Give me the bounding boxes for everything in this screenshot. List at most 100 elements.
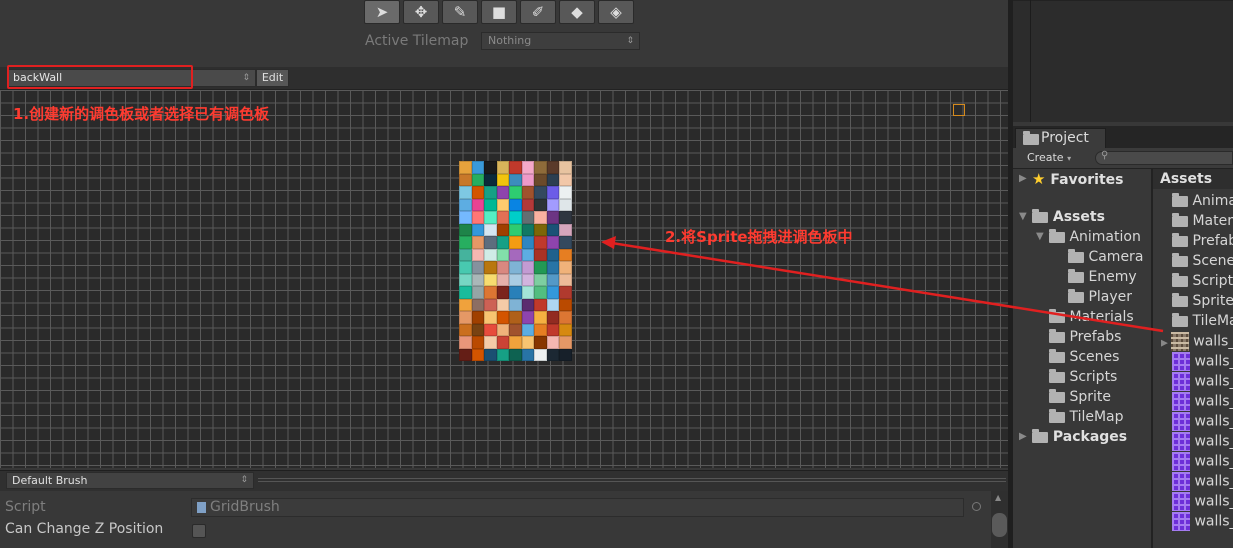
tree-item-scenes[interactable]: Scenes — [1049, 348, 1119, 366]
sprite-thumbnail-icon — [1172, 512, 1190, 531]
tree-item-animation[interactable]: ▼ Animation — [1036, 228, 1141, 246]
asset-label: walls_ — [1194, 373, 1233, 390]
tile-cell — [471, 161, 485, 174]
brush-dropdown[interactable]: Default Brush ⇕ — [6, 472, 254, 489]
star-icon: ★ — [1032, 170, 1046, 188]
folder-icon — [1172, 192, 1188, 207]
sprite-asset-item[interactable]: walls_ — [1172, 352, 1233, 371]
asset-folder-item[interactable]: Anima — [1172, 192, 1233, 210]
tile-cell — [534, 173, 547, 186]
tree-item-camera[interactable]: Camera — [1068, 248, 1143, 266]
tree-item-scripts[interactable]: Scripts — [1049, 368, 1117, 386]
brush-tool-icon: ✎ — [453, 3, 467, 21]
tree-item-player[interactable]: Player — [1068, 288, 1132, 306]
tile-cell — [546, 186, 560, 199]
asset-label: walls_ — [1194, 433, 1233, 450]
tree-item-packages[interactable]: ▶ Packages — [1019, 428, 1127, 446]
tile-cell — [496, 348, 510, 361]
tree-item-tilemap[interactable]: TileMap — [1049, 408, 1124, 426]
move-tool-button[interactable]: ✥ — [403, 0, 439, 24]
tile-cell — [471, 298, 485, 311]
sprite-asset-item[interactable]: walls_ — [1172, 412, 1233, 431]
fill-tool-button[interactable]: ◈ — [598, 0, 634, 24]
tilesheet-sprite[interactable] — [459, 161, 572, 361]
expanded-arrow-icon[interactable]: ▼ — [1036, 228, 1044, 246]
folder-icon — [1049, 308, 1065, 323]
tree-item-sprite[interactable]: Sprite — [1049, 388, 1111, 406]
sprite-asset-item[interactable]: walls_ — [1172, 512, 1233, 531]
project-search-input[interactable]: ⚲ — [1095, 150, 1233, 165]
asset-folder-item[interactable]: Sprite — [1172, 292, 1233, 310]
tile-cell — [496, 198, 510, 211]
tree-item-assets[interactable]: ▼ Assets — [1019, 208, 1105, 226]
create-button[interactable]: Create ▾ — [1021, 150, 1082, 166]
sprite-asset-item[interactable]: walls_ — [1172, 472, 1233, 491]
edit-button[interactable]: Edit — [256, 69, 289, 87]
tile-cell — [546, 261, 560, 274]
eraser-tool-icon: ◆ — [571, 3, 583, 21]
tile-cell — [484, 273, 497, 286]
tree-item-prefabs[interactable]: Prefabs — [1049, 328, 1121, 346]
tile-cell — [559, 286, 572, 299]
tile-cell — [496, 211, 510, 224]
tile-cell — [559, 198, 572, 211]
tile-cell — [471, 248, 485, 261]
eraser-tool-button[interactable]: ◆ — [559, 0, 595, 24]
tree-item-materials[interactable]: Materials — [1049, 308, 1134, 326]
collapsed-arrow-icon[interactable]: ▶ — [1019, 170, 1027, 188]
tile-cell — [496, 286, 510, 299]
asset-folder-item[interactable]: Script — [1172, 272, 1233, 290]
tree-label: Sprite — [1069, 389, 1111, 405]
tile-cell — [496, 236, 510, 249]
box-fill-tool-button[interactable]: ■ — [481, 0, 517, 24]
expanded-arrow-icon[interactable]: ▼ — [1019, 208, 1027, 226]
tile-cell — [509, 161, 522, 174]
sprite-asset-item[interactable]: walls_ — [1172, 452, 1233, 471]
panel-divider-line — [1030, 0, 1031, 122]
scroll-up-icon[interactable]: ▲ — [995, 493, 1001, 502]
tile-cell — [521, 161, 535, 174]
tree-label: TileMap — [1069, 409, 1124, 425]
object-picker-icon[interactable] — [972, 502, 981, 511]
tile-cell — [546, 348, 560, 361]
sprite-asset-item[interactable]: walls_ — [1172, 392, 1233, 411]
collapsed-arrow-icon[interactable]: ▶ — [1019, 428, 1027, 446]
tree-label: Favorites — [1050, 172, 1124, 188]
active-tilemap-dropdown[interactable]: Nothing ⇕ — [481, 32, 640, 50]
tile-cell — [496, 298, 510, 311]
sprite-thumbnail-icon — [1172, 452, 1190, 471]
asset-folder-item[interactable]: TileMa — [1172, 312, 1233, 330]
tile-cell — [471, 198, 485, 211]
tile-cell — [534, 323, 547, 336]
sprite-asset-item[interactable]: ▶ walls_ — [1161, 332, 1233, 351]
select-tool-button[interactable]: ➤ — [364, 0, 400, 24]
tree-item-favorites[interactable]: ▶ ★ Favorites — [1019, 170, 1124, 188]
tile-cell — [459, 298, 472, 311]
tile-cell — [534, 248, 547, 261]
asset-label: Sprite — [1192, 293, 1233, 309]
asset-folder-item[interactable]: Scene — [1172, 252, 1233, 270]
sprite-asset-item[interactable]: walls_ — [1172, 432, 1233, 451]
brush-tool-button[interactable]: ✎ — [442, 0, 478, 24]
tile-cell — [471, 173, 485, 186]
tab-project[interactable]: Project — [1015, 128, 1106, 148]
tile-cell — [496, 273, 510, 286]
scrollbar-thumb[interactable] — [992, 513, 1007, 537]
tile-cell — [459, 223, 472, 236]
tile-cell — [471, 261, 485, 274]
sprite-asset-item[interactable]: walls_ — [1172, 372, 1233, 391]
brush-splitter[interactable] — [258, 478, 1006, 482]
sprite-asset-item[interactable]: walls_ — [1172, 492, 1233, 511]
folder-icon — [1049, 388, 1065, 403]
tile-cell — [534, 198, 547, 211]
asset-folder-item[interactable]: Mater — [1172, 212, 1233, 230]
asset-folder-item[interactable]: Prefab — [1172, 232, 1233, 250]
inspector-scrollbar[interactable]: ▲ — [991, 491, 1008, 548]
folder-icon — [1049, 328, 1065, 343]
picker-tool-button[interactable]: ✐ — [520, 0, 556, 24]
tile-cell — [496, 336, 510, 349]
tile-cell — [471, 186, 485, 199]
expand-arrow-icon[interactable]: ▶ — [1161, 339, 1171, 349]
tree-item-enemy[interactable]: Enemy — [1068, 268, 1137, 286]
can-change-z-checkbox[interactable] — [192, 524, 206, 538]
